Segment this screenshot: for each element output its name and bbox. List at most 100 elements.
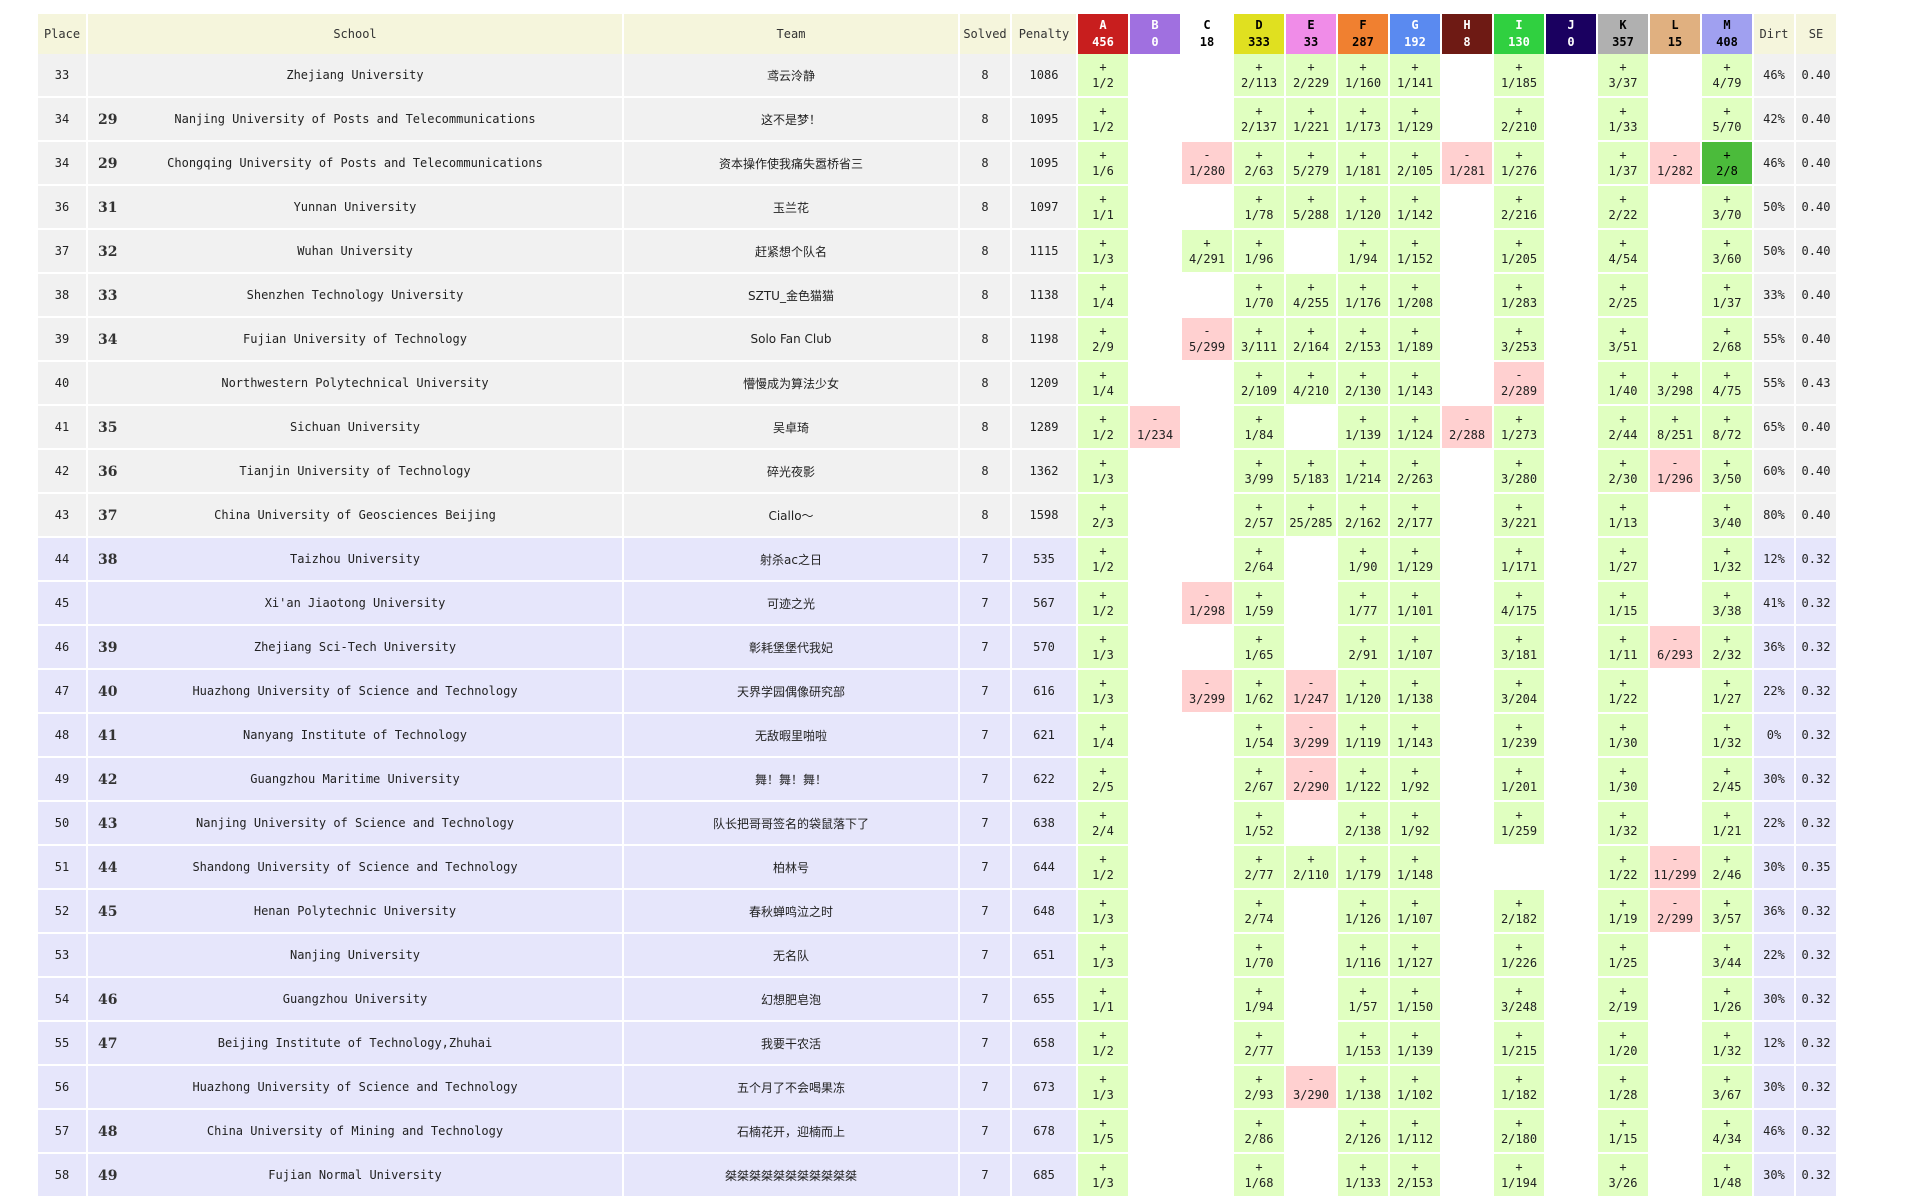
problem-cell-i[interactable]: +1/239	[1494, 714, 1544, 758]
problem-cell-g[interactable]: +2/177	[1390, 494, 1440, 538]
table-row[interactable]: 38 33 Shenzhen Technology University SZTU_金…	[38, 274, 1836, 318]
problem-cell-l[interactable]	[1650, 714, 1700, 758]
table-row[interactable]: 36 31 Yunnan University 玉兰花 8 1097 +1/1 +1/78 +5…	[38, 186, 1836, 230]
problem-cell-e[interactable]	[1286, 1154, 1336, 1198]
problem-cell-d[interactable]: +1/94	[1234, 978, 1284, 1022]
problem-cell-m[interactable]: +3/60	[1702, 230, 1752, 274]
problem-cell-k[interactable]: +2/44	[1598, 406, 1648, 450]
problem-cell-l[interactable]	[1650, 318, 1700, 362]
problem-cell-i[interactable]: +1/201	[1494, 758, 1544, 802]
problem-cell-m[interactable]: +2/68	[1702, 318, 1752, 362]
penalty-header[interactable]: Penalty	[1012, 14, 1076, 54]
problem-cell-a[interactable]: +1/3	[1078, 670, 1128, 714]
problem-cell-e[interactable]: +4/210	[1286, 362, 1336, 406]
problem-cell-j[interactable]	[1546, 1066, 1596, 1110]
problem-cell-f[interactable]: +2/138	[1338, 802, 1388, 846]
problem-cell-j[interactable]	[1546, 758, 1596, 802]
table-row[interactable]: 39 34 Fujian University of Technology Solo …	[38, 318, 1836, 362]
problem-cell-d[interactable]: +1/96	[1234, 230, 1284, 274]
problem-cell-b[interactable]	[1130, 670, 1180, 714]
problem-cell-e[interactable]: - 2/290	[1286, 758, 1336, 802]
problem-cell-c[interactable]	[1182, 1154, 1232, 1198]
problem-cell-a[interactable]: +1/1	[1078, 186, 1128, 230]
problem-cell-a[interactable]: +1/2	[1078, 538, 1128, 582]
problem-cell-j[interactable]	[1546, 846, 1596, 890]
problem-cell-d[interactable]: +1/54	[1234, 714, 1284, 758]
problem-cell-l[interactable]: +3/298	[1650, 362, 1700, 406]
table-row[interactable]: 44 38 Taizhou University 射杀ac之日 7 535 +1/2 +2/6…	[38, 538, 1836, 582]
problem-cell-k[interactable]: +1/19	[1598, 890, 1648, 934]
problem-cell-b[interactable]: - 1/234	[1130, 406, 1180, 450]
problem-cell-e[interactable]: +25/285	[1286, 494, 1336, 538]
problem-cell-f[interactable]: +1/214	[1338, 450, 1388, 494]
problem-cell-l[interactable]	[1650, 934, 1700, 978]
problem-cell-b[interactable]	[1130, 934, 1180, 978]
problem-cell-k[interactable]: +1/20	[1598, 1022, 1648, 1066]
problem-cell-h[interactable]	[1442, 934, 1492, 978]
problem-cell-c[interactable]	[1182, 54, 1232, 98]
problem-cell-a[interactable]: +1/3	[1078, 626, 1128, 670]
problem-cell-e[interactable]	[1286, 934, 1336, 978]
problem-cell-a[interactable]: +1/3	[1078, 1154, 1128, 1198]
problem-cell-l[interactable]	[1650, 1110, 1700, 1154]
problem-cell-a[interactable]: +1/3	[1078, 890, 1128, 934]
solved-header[interactable]: Solved	[960, 14, 1010, 54]
problem-cell-c[interactable]: - 5/299	[1182, 318, 1232, 362]
problem-cell-i[interactable]: +3/221	[1494, 494, 1544, 538]
problem-cell-l[interactable]	[1650, 274, 1700, 318]
problem-cell-e[interactable]: +2/229	[1286, 54, 1336, 98]
problem-cell-i[interactable]: +1/171	[1494, 538, 1544, 582]
place-header[interactable]: Place	[38, 14, 86, 54]
problem-cell-m[interactable]: +3/44	[1702, 934, 1752, 978]
table-row[interactable]: 49 42 Guangzhou Maritime University 舞！舞！舞！ 7…	[38, 758, 1836, 802]
problem-cell-d[interactable]: +2/137	[1234, 98, 1284, 142]
problem-cell-j[interactable]	[1546, 670, 1596, 714]
table-row[interactable]: 47 40 Huazhong University of Science and T…	[38, 670, 1836, 714]
problem-cell-h[interactable]	[1442, 494, 1492, 538]
problem-cell-g[interactable]: +1/138	[1390, 670, 1440, 714]
problem-cell-g[interactable]: +1/107	[1390, 890, 1440, 934]
problem-cell-f[interactable]: +1/138	[1338, 1066, 1388, 1110]
problem-cell-g[interactable]: +1/142	[1390, 186, 1440, 230]
problem-cell-e[interactable]: - 1/247	[1286, 670, 1336, 714]
problem-cell-l[interactable]	[1650, 98, 1700, 142]
problem-cell-b[interactable]	[1130, 274, 1180, 318]
problem-cell-g[interactable]: +1/152	[1390, 230, 1440, 274]
problem-cell-d[interactable]: +1/62	[1234, 670, 1284, 714]
problem-cell-k[interactable]: +4/54	[1598, 230, 1648, 274]
problem-cell-h[interactable]	[1442, 54, 1492, 98]
problem-cell-b[interactable]	[1130, 1154, 1180, 1198]
problem-cell-a[interactable]: +1/3	[1078, 450, 1128, 494]
problem-cell-m[interactable]: +4/75	[1702, 362, 1752, 406]
problem-cell-e[interactable]	[1286, 406, 1336, 450]
problem-cell-b[interactable]	[1130, 582, 1180, 626]
se-header[interactable]: SE	[1796, 14, 1836, 54]
problem-cell-c[interactable]	[1182, 758, 1232, 802]
problem-cell-e[interactable]: +5/183	[1286, 450, 1336, 494]
problem-cell-h[interactable]	[1442, 714, 1492, 758]
problem-cell-d[interactable]: +3/111	[1234, 318, 1284, 362]
problem-cell-h[interactable]	[1442, 186, 1492, 230]
problem-cell-e[interactable]: +1/221	[1286, 98, 1336, 142]
problem-cell-l[interactable]	[1650, 670, 1700, 714]
problem-cell-m[interactable]: +1/48	[1702, 1154, 1752, 1198]
problem-cell-e[interactable]: +5/288	[1286, 186, 1336, 230]
problem-cell-g[interactable]: +1/143	[1390, 714, 1440, 758]
problem-cell-d[interactable]: +1/68	[1234, 1154, 1284, 1198]
problem-cell-i[interactable]: +3/253	[1494, 318, 1544, 362]
problem-cell-f[interactable]: +1/139	[1338, 406, 1388, 450]
problem-cell-i[interactable]: +3/181	[1494, 626, 1544, 670]
problem-cell-k[interactable]: +1/25	[1598, 934, 1648, 978]
problem-cell-f[interactable]: +1/116	[1338, 934, 1388, 978]
problem-cell-l[interactable]	[1650, 230, 1700, 274]
problem-cell-k[interactable]: +1/13	[1598, 494, 1648, 538]
problem-header-k[interactable]: K 357	[1598, 14, 1648, 54]
problem-cell-k[interactable]: +1/40	[1598, 362, 1648, 406]
problem-cell-h[interactable]	[1442, 274, 1492, 318]
problem-cell-e[interactable]	[1286, 978, 1336, 1022]
problem-cell-k[interactable]: +1/33	[1598, 98, 1648, 142]
problem-cell-f[interactable]: +1/119	[1338, 714, 1388, 758]
problem-cell-d[interactable]: +1/70	[1234, 934, 1284, 978]
problem-cell-e[interactable]: +2/164	[1286, 318, 1336, 362]
problem-cell-l[interactable]: - 11/299	[1650, 846, 1700, 890]
